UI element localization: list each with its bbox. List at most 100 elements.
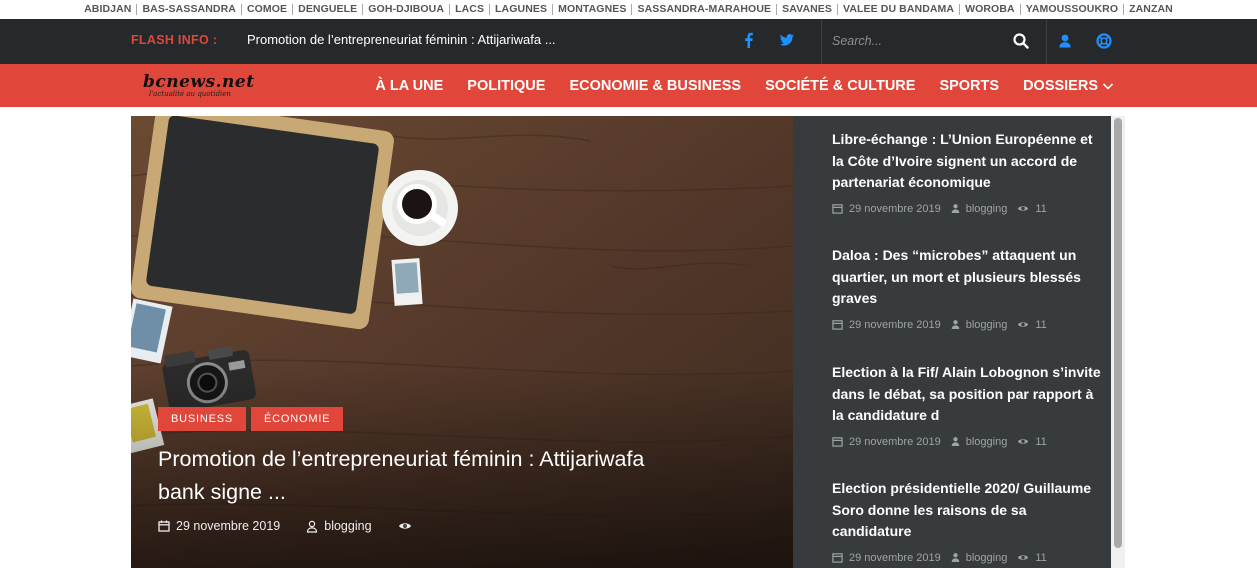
side-post[interactable]: Election présidentielle 2020/ Guillaume … <box>832 478 1102 564</box>
hero-author-text: blogging <box>324 519 372 533</box>
logo-wordmark: bcnews.net <box>143 72 255 92</box>
region-strip: ABIDJAN BAS-SASSANDRA COMOE DENGUELE GOH… <box>0 0 1257 19</box>
hero-date: 29 novembre 2019 <box>158 519 280 533</box>
region-link-yamoussoukro[interactable]: YAMOUSSOUKRO <box>1021 4 1125 15</box>
nav-item-dossiers[interactable]: DOSSIERS <box>1023 78 1114 94</box>
nav-item-dossiers-label: DOSSIERS <box>1023 77 1098 94</box>
top-bar: FLASH INFO : Promotion de l’entrepreneur… <box>0 19 1257 64</box>
eye-icon <box>1018 206 1029 211</box>
divider <box>821 19 822 64</box>
calendar-icon <box>832 320 843 330</box>
region-link-lacs[interactable]: LACS <box>450 4 491 15</box>
hero-tags: BUSINESS ÉCONOMIE <box>158 407 344 431</box>
post-date-text: 29 novembre 2019 <box>849 318 941 331</box>
user-icon <box>951 204 960 213</box>
eye-icon <box>1018 322 1029 327</box>
post-author[interactable]: blogging <box>951 551 1008 564</box>
region-link-woroba[interactable]: WOROBA <box>960 4 1021 15</box>
region-link-zanzan[interactable]: ZANZAN <box>1124 4 1178 15</box>
post-author[interactable]: blogging <box>951 318 1008 331</box>
divider <box>1046 19 1047 64</box>
calendar-icon <box>158 520 170 532</box>
region-link-valee-du-bandama[interactable]: VALEE DU BANDAMA <box>838 4 961 15</box>
scrollbar-thumb[interactable] <box>1114 118 1122 548</box>
post-author-text: blogging <box>965 202 1008 215</box>
flash-info-ticker[interactable]: Promotion de l’entrepreneuriat féminin :… <box>247 32 556 47</box>
post-date-text: 29 novembre 2019 <box>849 435 941 448</box>
post-views: 11 <box>1017 318 1047 331</box>
hero-article[interactable]: BUSINESS ÉCONOMIE Promotion de l’entrepr… <box>131 116 793 568</box>
calendar-icon <box>832 553 843 563</box>
hero-date-text: 29 novembre 2019 <box>176 519 281 533</box>
side-post[interactable]: Daloa : Des “microbes” attaquent un quar… <box>832 245 1102 331</box>
hero-title[interactable]: Promotion de l’entrepreneuriat féminin :… <box>158 443 678 509</box>
side-post[interactable]: Libre-échange : L’Union Européenne et la… <box>832 129 1102 215</box>
tag-economie[interactable]: ÉCONOMIE <box>251 407 344 431</box>
hero-meta: 29 novembre 2019 blogging <box>158 519 438 533</box>
region-link-bas-sassandra[interactable]: BAS-SASSANDRA <box>137 4 242 15</box>
twitter-icon[interactable] <box>779 31 795 49</box>
post-date: 29 novembre 2019 <box>832 436 941 448</box>
nav-item-politique[interactable]: POLITIQUE <box>467 78 545 94</box>
region-link-goh-djiboua[interactable]: GOH-DJIBOUA <box>363 4 451 15</box>
hero-views <box>398 521 412 531</box>
post-date-text: 29 novembre 2019 <box>849 202 941 215</box>
flash-info-label: FLASH INFO : <box>131 33 218 47</box>
main-content: BUSINESS ÉCONOMIE Promotion de l’entrepr… <box>131 116 1125 568</box>
eye-icon <box>398 523 411 529</box>
post-views: 11 <box>1017 435 1047 448</box>
user-outline-icon <box>307 520 318 533</box>
nav-menu: À LA UNE POLITIQUE ECONOMIE & BUSINESS S… <box>351 64 1114 107</box>
side-posts: Libre-échange : L’Union Européenne et la… <box>793 116 1125 568</box>
main-nav: bcnews.net l'actualité au quotidien À LA… <box>0 64 1257 107</box>
side-post-title[interactable]: Daloa : Des “microbes” attaquent un quar… <box>832 245 1102 310</box>
region-link-lagunes[interactable]: LAGUNES <box>490 4 554 15</box>
post-date: 29 novembre 2019 <box>832 319 941 331</box>
search-icon[interactable] <box>1012 32 1030 50</box>
user-icon[interactable] <box>1057 32 1073 50</box>
facebook-icon[interactable] <box>741 31 757 49</box>
side-post-meta: 29 novembre 2019 blogging 11 <box>832 319 1102 331</box>
region-link-sassandra-marahoue[interactable]: SASSANDRA-MARAHOUE <box>632 4 778 15</box>
side-post[interactable]: Election à la Fif/ Alain Lobognon s’invi… <box>832 362 1102 448</box>
post-author-text: blogging <box>965 551 1008 564</box>
user-icon <box>951 437 960 446</box>
side-post-meta: 29 novembre 2019 blogging 11 <box>832 552 1102 564</box>
side-post-title[interactable]: Election à la Fif/ Alain Lobognon s’invi… <box>832 362 1102 427</box>
nav-item-societe-culture[interactable]: SOCIÉTÉ & CULTURE <box>765 78 915 94</box>
side-post-meta: 29 novembre 2019 blogging 11 <box>832 203 1102 215</box>
post-views-text: 11 <box>1035 435 1047 448</box>
eye-icon <box>1018 555 1029 560</box>
region-link-montagnes[interactable]: MONTAGNES <box>553 4 633 15</box>
post-views-text: 11 <box>1035 551 1047 564</box>
calendar-icon <box>832 204 843 214</box>
post-date: 29 novembre 2019 <box>832 203 941 215</box>
calendar-icon <box>832 437 843 447</box>
region-link-abidjan[interactable]: ABIDJAN <box>79 4 138 15</box>
region-link-denguele[interactable]: DENGUELE <box>293 4 364 15</box>
post-date: 29 novembre 2019 <box>832 552 941 564</box>
post-author[interactable]: blogging <box>951 435 1008 448</box>
side-post-meta: 29 novembre 2019 blogging 11 <box>832 436 1102 448</box>
hero-author[interactable]: blogging <box>306 519 372 533</box>
post-views-text: 11 <box>1035 318 1047 331</box>
side-post-title[interactable]: Election présidentielle 2020/ Guillaume … <box>832 478 1102 543</box>
eye-icon <box>1018 439 1029 444</box>
post-author-text: blogging <box>965 435 1008 448</box>
nav-item-economie-business[interactable]: ECONOMIE & BUSINESS <box>569 78 741 94</box>
post-views: 11 <box>1017 203 1047 215</box>
post-author[interactable]: blogging <box>951 202 1008 215</box>
region-link-comoe[interactable]: COMOE <box>242 4 294 15</box>
search-input[interactable] <box>832 29 1002 53</box>
site-logo[interactable]: bcnews.net l'actualité au quotidien <box>143 72 263 100</box>
help-icon[interactable] <box>1095 32 1113 50</box>
user-icon <box>951 553 960 562</box>
user-icon <box>951 320 960 329</box>
nav-item-sports[interactable]: SPORTS <box>939 78 999 94</box>
nav-item-a-la-une[interactable]: À LA UNE <box>375 78 443 94</box>
region-link-savanes[interactable]: SAVANES <box>777 4 839 15</box>
post-author-text: blogging <box>965 318 1008 331</box>
tag-business[interactable]: BUSINESS <box>158 407 247 431</box>
side-post-title[interactable]: Libre-échange : L’Union Européenne et la… <box>832 129 1102 194</box>
post-date-text: 29 novembre 2019 <box>849 551 941 564</box>
